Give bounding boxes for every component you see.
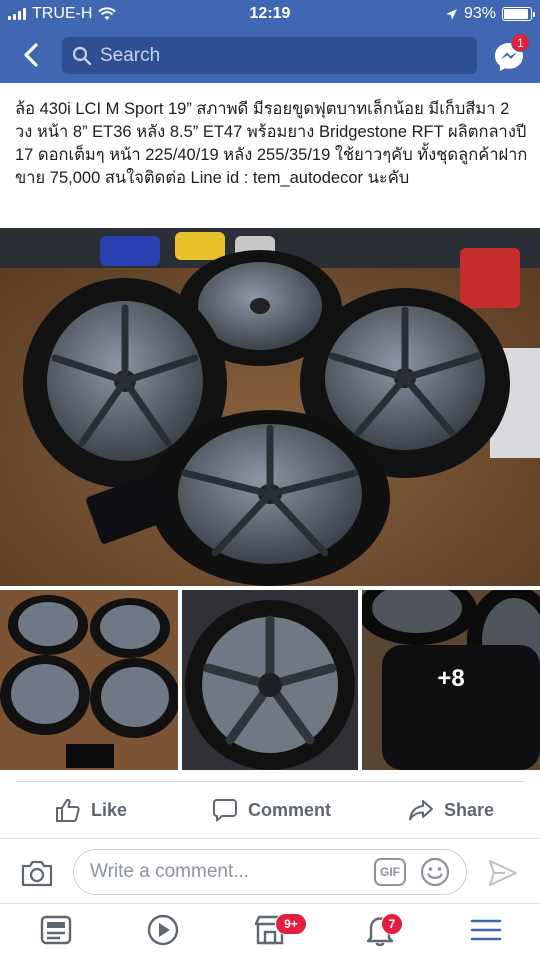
actions-divider	[15, 781, 525, 782]
search-icon	[72, 46, 92, 66]
search-bar[interactable]	[62, 37, 477, 74]
emoji-icon[interactable]	[420, 857, 450, 887]
messenger-badge: 1	[511, 33, 530, 52]
location-arrow-icon	[446, 8, 457, 20]
watch-tab-icon[interactable]	[145, 912, 181, 948]
send-icon[interactable]	[487, 857, 519, 889]
back-arrow-icon[interactable]	[18, 40, 46, 70]
post-photo-thumb-2[interactable]	[182, 590, 358, 770]
battery-icon	[502, 7, 535, 21]
tab-bar-divider	[0, 903, 540, 904]
news-feed-tab-icon[interactable]	[38, 912, 74, 948]
thumb-1-image	[0, 590, 178, 770]
like-button[interactable]: Like	[55, 795, 127, 825]
search-input[interactable]	[100, 37, 460, 74]
more-photos-count[interactable]: +8	[362, 665, 540, 693]
camera-icon[interactable]	[20, 858, 54, 888]
wheels-photo	[0, 228, 540, 586]
gif-button[interactable]: GIF	[374, 858, 406, 886]
battery-percent: 93%	[463, 5, 496, 22]
notifications-badge: 7	[381, 913, 403, 935]
thumb-2-image	[182, 590, 358, 770]
share-arrow-icon	[409, 800, 433, 821]
share-button[interactable]: Share	[408, 795, 494, 825]
top-bar: TRUE-H 12:19 93% 1	[0, 0, 540, 83]
post-photo-thumb-1[interactable]	[0, 590, 178, 770]
comment-bubble-icon	[213, 799, 237, 822]
comment-bar-divider	[0, 838, 540, 839]
like-label: Like	[91, 799, 128, 820]
post-main-photo[interactable]	[0, 228, 540, 586]
comment-input[interactable]	[90, 850, 370, 894]
thumbs-up-icon	[56, 798, 80, 822]
post-photo-thumb-3[interactable]: +8	[362, 590, 540, 770]
comment-box[interactable]: GIF	[73, 849, 467, 895]
post-text: ล้อ 430i LCI M Sport 19” สภาพดี มีรอยขูด…	[15, 100, 528, 187]
comment-label: Comment	[248, 799, 332, 820]
comment-button[interactable]: Comment	[212, 795, 331, 825]
marketplace-badge: 9+	[275, 913, 307, 935]
menu-hamburger-icon[interactable]	[468, 912, 504, 948]
status-bar: TRUE-H 12:19 93%	[0, 0, 540, 30]
share-label: Share	[444, 799, 495, 820]
